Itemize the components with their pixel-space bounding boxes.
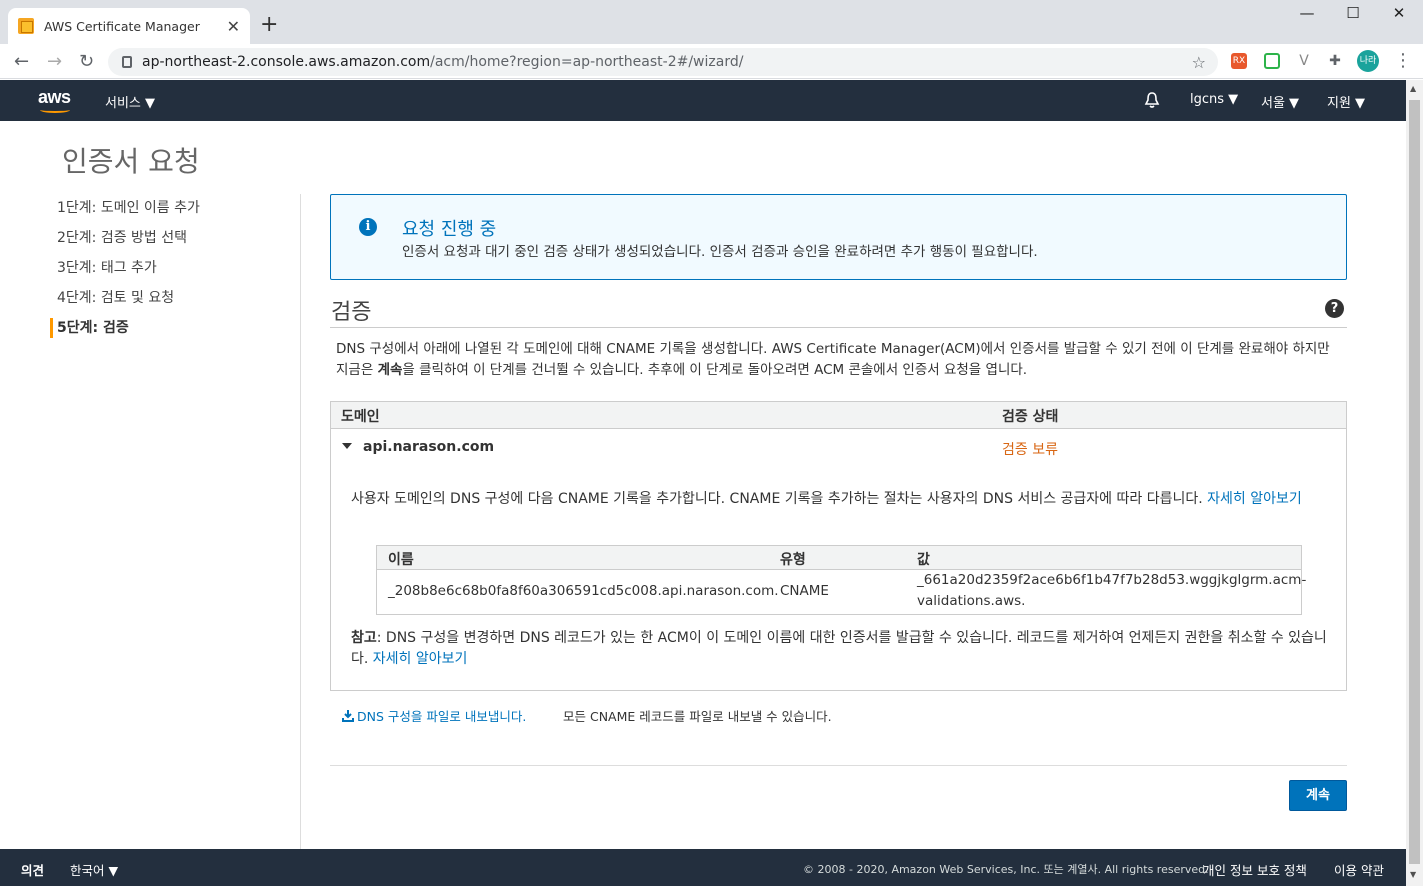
help-icon[interactable]: ?: [1325, 299, 1344, 318]
cname-table: 이름 유형 값 _208b8e6c68b0fa8f60a306591cd5c00…: [376, 545, 1306, 615]
url-host: ap-northeast-2.console.aws.amazon.com: [142, 54, 431, 70]
col-value: 값: [917, 552, 930, 568]
page-scrollbar[interactable]: ▲ ▼: [1406, 80, 1423, 886]
note-label: 참고: [351, 630, 377, 646]
close-tab-icon[interactable]: ✕: [227, 17, 240, 36]
domain-name: api.narason.com: [363, 439, 495, 455]
col-domain: 도메인: [341, 409, 380, 425]
copyright-text: © 2008 - 2020, Amazon Web Services, Inc.…: [803, 863, 1209, 876]
validation-table-header: 도메인 검증 상태: [331, 402, 1346, 429]
export-dns-link[interactable]: DNS 구성을 파일로 내보냅니다.: [342, 706, 526, 725]
new-tab-icon[interactable]: +: [260, 12, 278, 37]
cname-value-line-2: validations.aws.: [917, 593, 1026, 609]
bottom-divider: [330, 765, 1347, 766]
aws-logo-text: aws: [38, 87, 71, 107]
extensions-puzzle-icon[interactable]: ✚: [1327, 53, 1343, 69]
export-link-text: DNS 구성을 파일로 내보냅니다.: [357, 709, 527, 724]
privacy-link[interactable]: 개인 정보 보호 정책: [1203, 860, 1307, 879]
reload-icon[interactable]: ↻: [79, 51, 94, 72]
step-5-active: 5단계: 검증: [50, 318, 300, 338]
browser-tab[interactable]: AWS Certificate Manager ✕: [8, 8, 250, 44]
profile-avatar[interactable]: 나라: [1357, 50, 1379, 72]
validation-table: 도메인 검증 상태 api.narason.com 검증 보류 사용자 도메인의…: [330, 401, 1347, 691]
desc-bold-continue: 계속: [377, 362, 403, 378]
table-row[interactable]: api.narason.com 검증 보류: [331, 429, 1346, 469]
cname-table-header: 이름 유형 값: [377, 546, 1301, 570]
page-title: 인증서 요청: [62, 145, 200, 178]
collapse-caret-icon[interactable]: [342, 443, 352, 449]
address-bar: ← → ↻ ap-northeast-2.console.aws.amazon.…: [0, 44, 1423, 79]
bell-icon[interactable]: [1143, 91, 1161, 109]
step-4[interactable]: 4단계: 검토 및 요청: [50, 288, 300, 318]
extension-green-icon[interactable]: [1264, 53, 1280, 69]
info-icon: i: [359, 218, 377, 236]
account-menu[interactable]: lgcns ▼: [1190, 92, 1238, 107]
col-type: 유형: [780, 552, 806, 568]
tab-title: AWS Certificate Manager: [44, 18, 200, 34]
section-heading: 검증: [331, 300, 372, 325]
note-learn-more-link[interactable]: 자세히 알아보기: [373, 651, 468, 667]
step-2[interactable]: 2단계: 검증 방법 선택: [50, 228, 300, 258]
cname-row: _208b8e6c68b0fa8f60a306591cd5c008.api.na…: [377, 570, 1306, 614]
aws-header: aws 서비스 ▼ lgcns ▼ 서울 ▼ 지원 ▼: [0, 80, 1406, 121]
status-badge: 검증 보류: [1002, 442, 1058, 458]
alert-title: 요청 진행 중: [402, 219, 497, 240]
browser-tabbar: AWS Certificate Manager ✕ + — ☐ ✕: [0, 0, 1423, 44]
alert-body: 인증서 요청과 대기 중인 검증 상태가 생성되었습니다. 인증서 검증과 승인…: [402, 244, 1038, 260]
terms-link[interactable]: 이용 약관: [1334, 860, 1384, 879]
cname-instructions-text: 사용자 도메인의 DNS 구성에 다음 CNAME 기록을 추가합니다. CNA…: [351, 491, 1208, 507]
browser-menu-icon[interactable]: ⋮: [1394, 50, 1412, 71]
scrollbar-thumb[interactable]: [1409, 100, 1420, 864]
sidebar-divider: [300, 194, 301, 849]
aws-smile-icon: [40, 107, 70, 113]
language-selector[interactable]: 한국어 ▼: [70, 860, 118, 879]
col-name: 이름: [388, 552, 414, 568]
validation-description: DNS 구성에서 아래에 나열된 각 도메인에 대해 CNAME 기록을 생성합…: [336, 339, 1336, 381]
section-divider: [330, 327, 1347, 328]
extension-v-icon[interactable]: V: [1296, 53, 1312, 69]
footer: 의견 한국어 ▼ © 2008 - 2020, Amazon Web Servi…: [0, 849, 1406, 886]
url-path: /acm/home?region=ap-northeast-2#/wizard/: [430, 54, 744, 70]
learn-more-link[interactable]: 자세히 알아보기: [1207, 491, 1302, 507]
url-input[interactable]: ap-northeast-2.console.aws.amazon.com/ac…: [108, 48, 1218, 76]
continue-button[interactable]: 계속: [1289, 780, 1347, 811]
aws-favicon-icon: [18, 18, 34, 34]
step-3[interactable]: 3단계: 태그 추가: [50, 258, 300, 288]
cname-name: _208b8e6c68b0fa8f60a306591cd5c008.api.na…: [388, 583, 779, 599]
wizard-steps: 1단계: 도메인 이름 추가 2단계: 검증 방법 선택 3단계: 태그 추가 …: [50, 198, 300, 338]
step-1[interactable]: 1단계: 도메인 이름 추가: [50, 198, 300, 228]
cname-type: CNAME: [780, 583, 829, 599]
close-window-icon[interactable]: ✕: [1376, 4, 1422, 22]
col-status: 검증 상태: [1002, 409, 1059, 425]
aws-logo[interactable]: aws: [38, 87, 71, 113]
feedback-link[interactable]: 의견: [21, 860, 44, 879]
info-alert: i 요청 진행 중 인증서 요청과 대기 중인 검증 상태가 생성되었습니다. …: [330, 194, 1347, 280]
scroll-down-icon[interactable]: ▼: [1410, 870, 1416, 879]
maximize-icon[interactable]: ☐: [1330, 4, 1376, 22]
scroll-up-icon[interactable]: ▲: [1410, 84, 1416, 93]
lock-icon: [122, 56, 132, 68]
cname-instructions: 사용자 도메인의 DNS 구성에 다음 CNAME 기록을 추가합니다. CNA…: [351, 489, 1336, 510]
bookmark-star-icon[interactable]: ☆: [1192, 53, 1206, 72]
export-description: 모든 CNAME 레코드를 파일로 내보낼 수 있습니다.: [563, 709, 832, 724]
back-icon[interactable]: ←: [14, 51, 29, 72]
cname-value-line-1: _661a20d2359f2ace6b6f1b47f7b28d53.wggjkg…: [917, 572, 1307, 588]
forward-icon[interactable]: →: [47, 51, 62, 72]
minimize-icon[interactable]: —: [1284, 4, 1330, 22]
note-body: : DNS 구성을 변경하면 DNS 레코드가 있는 한 ACM이 이 도메인 …: [351, 630, 1327, 667]
note-text: 참고: DNS 구성을 변경하면 DNS 레코드가 있는 한 ACM이 이 도메…: [351, 628, 1336, 670]
desc-text-2: 을 클릭하여 이 단계를 건너뛸 수 있습니다. 추후에 이 단계로 돌아오려면…: [402, 362, 1028, 378]
extension-rx-icon[interactable]: RX: [1231, 53, 1247, 69]
services-menu[interactable]: 서비스 ▼: [105, 92, 155, 111]
region-menu[interactable]: 서울 ▼: [1261, 92, 1299, 111]
support-menu[interactable]: 지원 ▼: [1327, 92, 1365, 111]
download-icon: [342, 710, 354, 722]
